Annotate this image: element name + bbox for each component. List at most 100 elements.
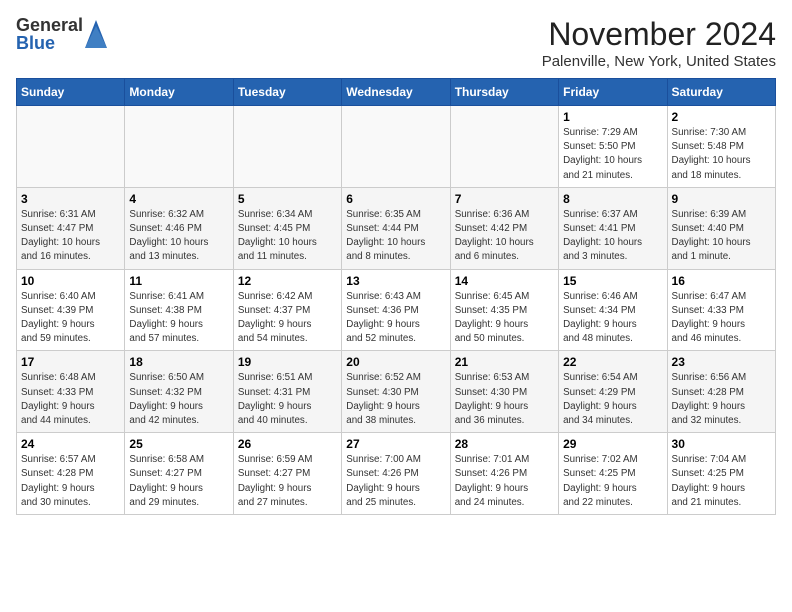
day-number: 19 xyxy=(238,355,337,369)
day-number: 2 xyxy=(672,110,771,124)
day-number: 9 xyxy=(672,192,771,206)
calendar-cell: 22Sunrise: 6:54 AM Sunset: 4:29 PM Dayli… xyxy=(559,351,667,433)
calendar-cell: 30 Sunrise: 7:04 AM Sunset: 4:25 PM Dayli… xyxy=(667,433,775,515)
calendar-body: 1 Sunrise: 7:29 AM Sunset: 5:50 PM Daylig… xyxy=(17,106,776,515)
day-info: Sunrise: 7:00 AM Sunset: 4:26 PM Dayligh… xyxy=(346,453,445,510)
day-number: 7 xyxy=(455,192,554,206)
day-number: 11 xyxy=(129,274,228,288)
calendar-cell: 21Sunrise: 6:53 AM Sunset: 4:30 PM Dayli… xyxy=(450,351,558,433)
calendar-week-row: 24 Sunrise: 6:57 AM Sunset: 4:28 PM Dayli… xyxy=(17,433,776,515)
day-info: Sunrise: 6:45 AM Sunset: 4:35 PM Dayligh… xyxy=(455,290,554,347)
day-number: 24 xyxy=(21,437,120,451)
day-number: 20 xyxy=(346,355,445,369)
day-number: 30 xyxy=(672,437,771,451)
day-number: 18 xyxy=(129,355,228,369)
calendar-cell: 7Sunrise: 6:36 AM Sunset: 4:42 PM Daylig… xyxy=(450,187,558,269)
calendar-cell: 12 Sunrise: 6:42 AM Sunset: 4:37 PM Dayli… xyxy=(233,269,341,351)
day-info: Sunrise: 7:29 AM Sunset: 5:50 PM Dayligh… xyxy=(563,126,662,183)
calendar-cell: 4Sunrise: 6:32 AM Sunset: 4:46 PM Daylig… xyxy=(125,187,233,269)
calendar-cell: 26 Sunrise: 6:59 AM Sunset: 4:27 PM Dayli… xyxy=(233,433,341,515)
day-info: Sunrise: 6:50 AM Sunset: 4:32 PM Dayligh… xyxy=(129,371,228,428)
day-number: 15 xyxy=(563,274,662,288)
calendar-week-row: 3 Sunrise: 6:31 AM Sunset: 4:47 PM Daylig… xyxy=(17,187,776,269)
day-number: 26 xyxy=(238,437,337,451)
day-info: Sunrise: 7:30 AM Sunset: 5:48 PM Dayligh… xyxy=(672,126,771,183)
calendar-cell: 16 Sunrise: 6:47 AM Sunset: 4:33 PM Dayli… xyxy=(667,269,775,351)
calendar-cell: 3 Sunrise: 6:31 AM Sunset: 4:47 PM Daylig… xyxy=(17,187,125,269)
calendar-cell: 1 Sunrise: 7:29 AM Sunset: 5:50 PM Daylig… xyxy=(559,106,667,188)
day-number: 23 xyxy=(672,355,771,369)
day-number: 28 xyxy=(455,437,554,451)
day-number: 29 xyxy=(563,437,662,451)
calendar-cell: 9 Sunrise: 6:39 AM Sunset: 4:40 PM Daylig… xyxy=(667,187,775,269)
calendar-cell: 11Sunrise: 6:41 AM Sunset: 4:38 PM Dayli… xyxy=(125,269,233,351)
logo-blue-text: Blue xyxy=(16,34,83,52)
day-of-week-header: Thursday xyxy=(450,79,558,106)
month-title: November 2024 xyxy=(542,16,776,53)
day-info: Sunrise: 7:01 AM Sunset: 4:26 PM Dayligh… xyxy=(455,453,554,510)
calendar-cell: 2 Sunrise: 7:30 AM Sunset: 5:48 PM Daylig… xyxy=(667,106,775,188)
day-of-week-header: Monday xyxy=(125,79,233,106)
day-number: 6 xyxy=(346,192,445,206)
day-number: 8 xyxy=(563,192,662,206)
day-info: Sunrise: 6:32 AM Sunset: 4:46 PM Dayligh… xyxy=(129,208,228,265)
day-number: 21 xyxy=(455,355,554,369)
day-of-week-header: Wednesday xyxy=(342,79,450,106)
day-info: Sunrise: 6:40 AM Sunset: 4:39 PM Dayligh… xyxy=(21,290,120,347)
day-of-week-header: Saturday xyxy=(667,79,775,106)
day-info: Sunrise: 6:51 AM Sunset: 4:31 PM Dayligh… xyxy=(238,371,337,428)
logo-general-text: General xyxy=(16,16,83,34)
calendar-cell: 27 Sunrise: 7:00 AM Sunset: 4:26 PM Dayli… xyxy=(342,433,450,515)
day-info: Sunrise: 6:43 AM Sunset: 4:36 PM Dayligh… xyxy=(346,290,445,347)
day-of-week-header: Friday xyxy=(559,79,667,106)
logo-icon xyxy=(85,20,107,48)
day-number: 3 xyxy=(21,192,120,206)
calendar-cell: 25Sunrise: 6:58 AM Sunset: 4:27 PM Dayli… xyxy=(125,433,233,515)
day-info: Sunrise: 7:04 AM Sunset: 4:25 PM Dayligh… xyxy=(672,453,771,510)
location: Palenville, New York, United States xyxy=(542,53,776,70)
day-info: Sunrise: 6:47 AM Sunset: 4:33 PM Dayligh… xyxy=(672,290,771,347)
page-header: General Blue November 2024 Palenville, N… xyxy=(16,16,776,70)
day-number: 27 xyxy=(346,437,445,451)
day-info: Sunrise: 6:42 AM Sunset: 4:37 PM Dayligh… xyxy=(238,290,337,347)
day-info: Sunrise: 6:52 AM Sunset: 4:30 PM Dayligh… xyxy=(346,371,445,428)
calendar-table: SundayMondayTuesdayWednesdayThursdayFrid… xyxy=(16,78,776,515)
calendar-cell: 23 Sunrise: 6:56 AM Sunset: 4:28 PM Dayli… xyxy=(667,351,775,433)
day-of-week-header: Sunday xyxy=(17,79,125,106)
day-number: 16 xyxy=(672,274,771,288)
calendar-cell: 10 Sunrise: 6:40 AM Sunset: 4:39 PM Dayli… xyxy=(17,269,125,351)
logo: General Blue xyxy=(16,16,107,52)
day-info: Sunrise: 6:57 AM Sunset: 4:28 PM Dayligh… xyxy=(21,453,120,510)
day-info: Sunrise: 6:48 AM Sunset: 4:33 PM Dayligh… xyxy=(21,371,120,428)
calendar-week-row: 17 Sunrise: 6:48 AM Sunset: 4:33 PM Dayli… xyxy=(17,351,776,433)
calendar-cell: 8Sunrise: 6:37 AM Sunset: 4:41 PM Daylig… xyxy=(559,187,667,269)
calendar-cell: 17 Sunrise: 6:48 AM Sunset: 4:33 PM Dayli… xyxy=(17,351,125,433)
day-info: Sunrise: 6:59 AM Sunset: 4:27 PM Dayligh… xyxy=(238,453,337,510)
day-number: 12 xyxy=(238,274,337,288)
day-info: Sunrise: 6:39 AM Sunset: 4:40 PM Dayligh… xyxy=(672,208,771,265)
day-info: Sunrise: 6:54 AM Sunset: 4:29 PM Dayligh… xyxy=(563,371,662,428)
day-info: Sunrise: 6:31 AM Sunset: 4:47 PM Dayligh… xyxy=(21,208,120,265)
day-number: 14 xyxy=(455,274,554,288)
title-block: November 2024 Palenville, New York, Unit… xyxy=(542,16,776,70)
day-info: Sunrise: 6:35 AM Sunset: 4:44 PM Dayligh… xyxy=(346,208,445,265)
calendar-cell: 28 Sunrise: 7:01 AM Sunset: 4:26 PM Dayli… xyxy=(450,433,558,515)
calendar-cell xyxy=(450,106,558,188)
calendar-cell: 15Sunrise: 6:46 AM Sunset: 4:34 PM Dayli… xyxy=(559,269,667,351)
day-info: Sunrise: 6:56 AM Sunset: 4:28 PM Dayligh… xyxy=(672,371,771,428)
day-number: 5 xyxy=(238,192,337,206)
day-info: Sunrise: 6:34 AM Sunset: 4:45 PM Dayligh… xyxy=(238,208,337,265)
day-number: 17 xyxy=(21,355,120,369)
calendar-cell xyxy=(342,106,450,188)
calendar-header: SundayMondayTuesdayWednesdayThursdayFrid… xyxy=(17,79,776,106)
day-number: 10 xyxy=(21,274,120,288)
calendar-week-row: 10 Sunrise: 6:40 AM Sunset: 4:39 PM Dayli… xyxy=(17,269,776,351)
calendar-cell: 18 Sunrise: 6:50 AM Sunset: 4:32 PM Dayli… xyxy=(125,351,233,433)
calendar-cell: 14 Sunrise: 6:45 AM Sunset: 4:35 PM Dayli… xyxy=(450,269,558,351)
day-info: Sunrise: 6:58 AM Sunset: 4:27 PM Dayligh… xyxy=(129,453,228,510)
calendar-cell: 13Sunrise: 6:43 AM Sunset: 4:36 PM Dayli… xyxy=(342,269,450,351)
calendar-cell: 29Sunrise: 7:02 AM Sunset: 4:25 PM Dayli… xyxy=(559,433,667,515)
calendar-cell: 20 Sunrise: 6:52 AM Sunset: 4:30 PM Dayli… xyxy=(342,351,450,433)
day-number: 1 xyxy=(563,110,662,124)
calendar-cell xyxy=(17,106,125,188)
